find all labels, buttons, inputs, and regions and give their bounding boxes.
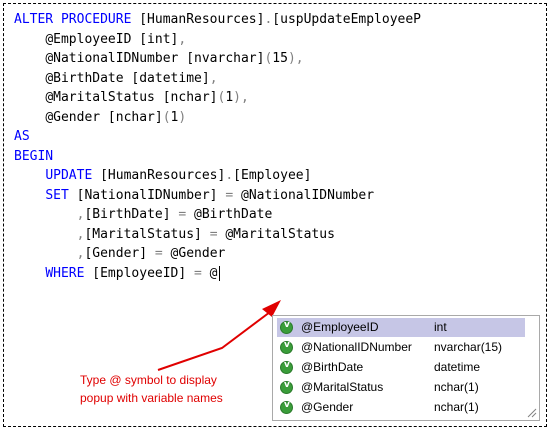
- variable-icon: [280, 360, 293, 374]
- code-line: UPDATE [HumanResources].[Employee]: [14, 166, 546, 186]
- completion-item[interactable]: @NationalIDNumber nvarchar(15): [277, 338, 525, 357]
- completion-item-name: @BirthDate: [301, 360, 364, 374]
- completion-item-name: @NationalIDNumber: [301, 340, 412, 354]
- code-token: [HumanResources]: [92, 168, 226, 183]
- code-token: [Employee]: [233, 168, 312, 183]
- caret-line-text: WHERE [EmployeeID] = @: [45, 264, 220, 284]
- code-line: ,[Gender] = @Gender: [14, 244, 546, 264]
- code-token: ),: [233, 90, 249, 105]
- completion-item-type: int: [434, 320, 447, 334]
- completion-item-type: nchar(1): [434, 400, 479, 414]
- code-token: [EmployeeID]: [84, 265, 195, 281]
- code-token: @EmployeeID [int]: [45, 31, 179, 47]
- completion-item-type: datetime: [434, 360, 481, 374]
- code-token: [uspUpdateEmployeeP: [272, 12, 422, 27]
- code-line: ,[MaritalStatus] = @MaritalStatus: [14, 225, 546, 245]
- code-token: =: [154, 246, 163, 261]
- code-line: ALTER PROCEDURE [HumanResources].[uspUpd…: [14, 10, 546, 30]
- annotation-line-1: Type @ symbol to display: [80, 373, 217, 387]
- code-line: @Gender [nchar](1): [14, 108, 546, 128]
- code-token: @MaritalStatus [nchar]: [45, 90, 218, 105]
- code-token: ,: [209, 70, 218, 86]
- annotation-text: Type @ symbol to display popup with vari…: [80, 371, 290, 407]
- code-line: WHERE [EmployeeID] = @: [14, 264, 546, 284]
- code-area[interactable]: ALTER PROCEDURE [HumanResources]. [uspUpd…: [14, 10, 546, 283]
- code-line: @MaritalStatus [nchar](1),: [14, 88, 546, 108]
- code-line: AS: [14, 127, 546, 147]
- completion-item[interactable]: @Gender nchar(1): [277, 398, 525, 417]
- code-token: @MaritalStatus: [217, 226, 335, 242]
- code-token: [MaritalStatus]: [84, 226, 210, 242]
- code-line: ,[BirthDate] = @BirthDate: [14, 205, 546, 225]
- completion-item-type: nvarchar(15): [434, 340, 503, 354]
- annotation-line-2: popup with variable names: [80, 391, 223, 405]
- code-token: [NationalIDNumber]: [68, 187, 226, 203]
- code-line: SET [NationalIDNumber] = @NationalIDNumb…: [14, 186, 546, 206]
- code-token: ALTER PROCEDURE: [14, 12, 132, 27]
- code-token: @NationalIDNumber [nvarchar]: [45, 51, 265, 66]
- code-line: @BirthDate [datetime],: [14, 69, 546, 89]
- code-token: BEGIN: [14, 148, 54, 164]
- code-token: =: [225, 187, 234, 203]
- code-token: (: [162, 109, 171, 125]
- completion-item[interactable]: @EmployeeID int: [277, 318, 525, 337]
- code-token: =: [194, 265, 202, 281]
- code-token: SET: [45, 187, 69, 203]
- code-token: [Gender]: [84, 246, 155, 261]
- completion-item-name: @EmployeeID: [301, 320, 379, 334]
- variable-icon: [280, 320, 293, 334]
- variable-icon: [280, 400, 293, 414]
- completion-item[interactable]: @MaritalStatus nchar(1): [277, 378, 525, 397]
- code-token: WHERE: [45, 265, 85, 281]
- variable-icon: [280, 380, 293, 394]
- completion-item-type: nchar(1): [434, 380, 479, 394]
- code-token: =: [209, 226, 218, 242]
- code-token: ,: [178, 31, 187, 47]
- completion-item-name: @Gender: [301, 400, 354, 414]
- completion-item[interactable]: @BirthDate datetime: [277, 358, 525, 377]
- code-line: @NationalIDNumber [nvarchar](15),: [14, 49, 546, 69]
- text-caret: [218, 265, 220, 281]
- code-token: @Gender [nchar]: [45, 109, 163, 125]
- code-token: 1: [225, 90, 234, 105]
- code-token: @Gender: [162, 246, 226, 261]
- code-token: [HumanResources]: [131, 12, 265, 27]
- code-token: @: [201, 265, 218, 281]
- code-token: 15: [272, 51, 288, 66]
- code-token: @NationalIDNumber: [233, 187, 375, 203]
- code-token: UPDATE: [45, 168, 93, 183]
- code-token: .: [225, 168, 234, 183]
- variable-completion-popup[interactable]: @EmployeeID int @NationalIDNumber nvarchar(…: [272, 315, 540, 421]
- completion-item-name: @MaritalStatus: [301, 380, 384, 394]
- code-line: BEGIN: [14, 147, 546, 167]
- code-token: ),: [287, 51, 304, 66]
- code-token: AS: [14, 129, 30, 144]
- code-token: @BirthDate: [186, 207, 273, 222]
- variable-icon: [280, 340, 293, 354]
- code-token: ): [178, 109, 187, 125]
- code-token: @BirthDate [datetime]: [45, 70, 210, 86]
- code-line: @EmployeeID [int],: [14, 30, 546, 50]
- resize-grip-icon[interactable]: [527, 408, 537, 418]
- code-token: [BirthDate]: [84, 207, 179, 222]
